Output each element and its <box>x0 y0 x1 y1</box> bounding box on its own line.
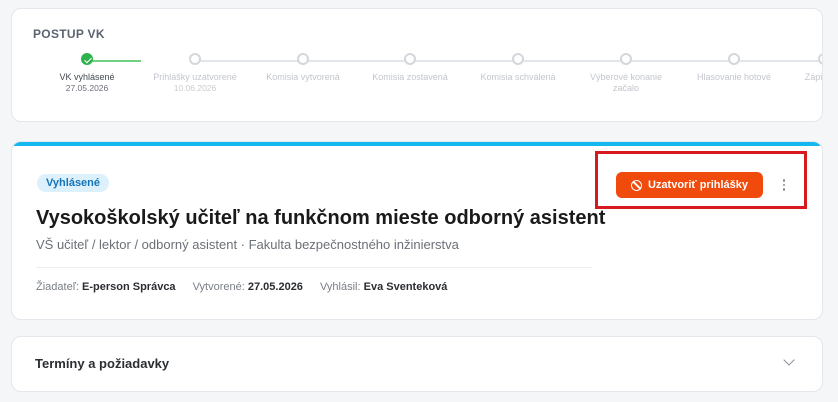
step-dot <box>728 53 740 65</box>
step-label: Výberové konanie začalo <box>589 72 663 93</box>
step-dot <box>818 53 822 65</box>
step-label: Komisia zostavená <box>372 72 448 82</box>
progress-step-2: Prihlášky uzatvorené 10.06.2026 <box>140 53 250 94</box>
divider <box>36 267 592 268</box>
more-vertical-icon[interactable] <box>777 176 791 194</box>
applicant-label: Žiadateľ: <box>36 281 79 293</box>
progress-step-8: Zápisnica <box>769 53 823 83</box>
accordion-terms[interactable]: Termíny a požiadavky <box>11 336 823 392</box>
progress-step-6: Výberové konanie začalo <box>571 53 681 94</box>
status-badge: Vyhlásené <box>37 174 110 192</box>
check-icon <box>81 53 93 65</box>
step-date: 10.06.2026 <box>173 83 217 93</box>
progress-title: POSTUP VK <box>33 27 105 41</box>
step-dot <box>404 53 416 65</box>
step-date: 27.05.2026 <box>65 83 109 93</box>
step-label: Prihlášky uzatvorené <box>153 72 237 82</box>
step-dot <box>297 53 309 65</box>
announced-label: Vyhlásil: <box>320 281 361 293</box>
progress-step-1: VK vyhlásené 27.05.2026 <box>32 53 142 94</box>
step-dot <box>189 53 201 65</box>
created-value: 27.05.2026 <box>247 281 303 293</box>
step-label: Komisia schválená <box>480 72 556 82</box>
page-title: Vysokoškolský učiteľ na funkčnom mieste … <box>36 207 606 229</box>
step-label: VK vyhlásené <box>59 72 115 82</box>
progress-step-4: Komisia zostavená <box>355 53 465 83</box>
step-dot <box>512 53 524 65</box>
progress-step-5: Komisia schválená <box>463 53 573 83</box>
close-applications-button[interactable]: Uzatvoriť prihlášky <box>616 172 763 198</box>
ban-icon <box>630 179 642 191</box>
detail-card: Vyhlásené Vysokoškolský učiteľ na funkčn… <box>11 141 823 320</box>
step-label: Komisia vytvorená <box>266 72 340 82</box>
announced-value: Eva Sventeková <box>363 281 448 293</box>
page-subtitle: VŠ učiteľ / lektor / odborný asistent · … <box>36 237 459 252</box>
chevron-down-icon <box>783 354 795 366</box>
created-label: Vytvorené: <box>192 281 245 293</box>
close-applications-label: Uzatvoriť prihlášky <box>647 179 749 191</box>
step-label: Zápisnica <box>804 72 823 82</box>
progress-card: POSTUP VK VK vyhlásené 27.05.2026 Prihlá… <box>11 8 823 122</box>
accordion-title: Termíny a požiadavky <box>35 356 170 371</box>
step-dot <box>620 53 632 65</box>
progress-step-3: Komisia vytvorená <box>248 53 358 83</box>
meta-row: Žiadateľ: E-person Správca Vytvorené: 27… <box>36 281 461 293</box>
applicant-value: E-person Správca <box>82 281 176 293</box>
accent-bar <box>12 142 822 146</box>
